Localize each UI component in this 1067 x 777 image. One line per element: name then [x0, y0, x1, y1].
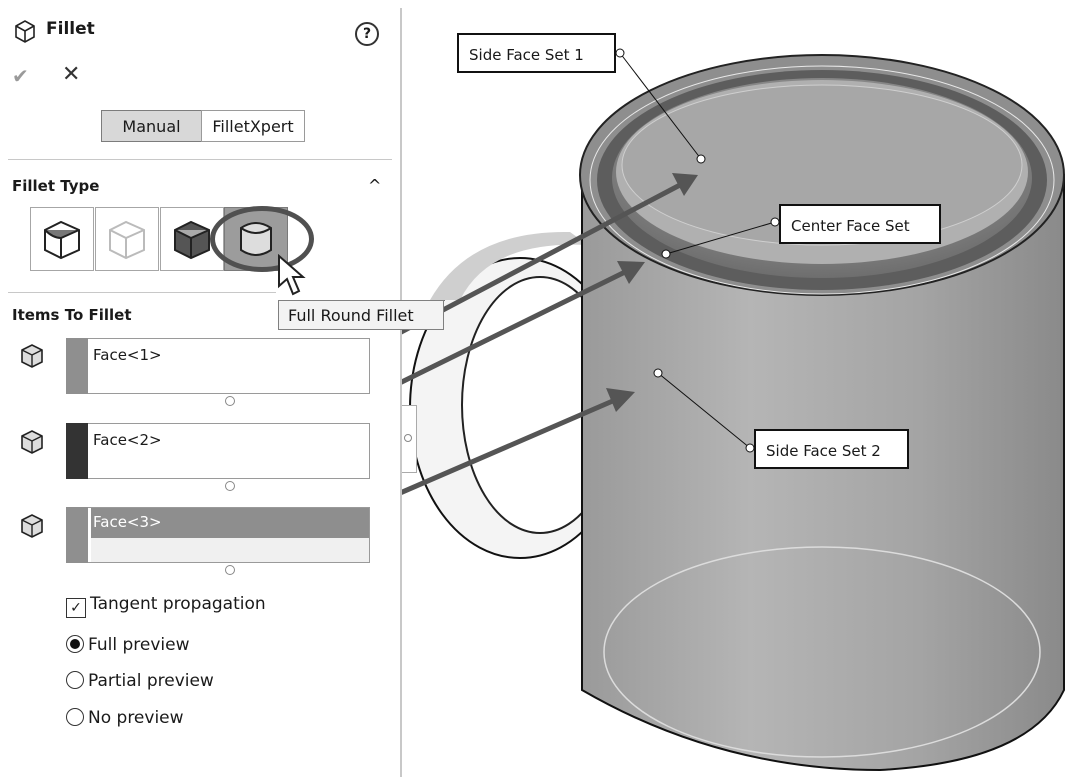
property-manager-panel: Fillet ? ✔ ✕ Manual FilletXpert Fillet T… — [0, 0, 400, 777]
items-to-fillet-heading: Items To Fillet — [12, 306, 132, 324]
constant-size-fillet-icon — [44, 220, 80, 260]
checkbox[interactable]: ✓ — [66, 598, 86, 618]
tangent-propagation-label: Tangent propagation — [90, 594, 266, 614]
divider — [8, 292, 276, 293]
mouse-pointer-icon — [278, 254, 306, 296]
tooltip: Full Round Fillet — [278, 300, 444, 330]
mug-body — [579, 54, 1065, 772]
face-list-2[interactable]: Face<2> — [66, 423, 370, 479]
face-list-3[interactable]: Face<3> — [66, 507, 370, 563]
fillet-feature-icon — [15, 20, 35, 43]
close-icon[interactable]: ✕ — [62, 62, 80, 87]
face-selection-icon — [21, 430, 43, 454]
face-color-swatch — [66, 423, 88, 479]
variable-size-fillet-button[interactable] — [95, 207, 159, 271]
callout-center-face-set: Center Face Set — [779, 204, 941, 244]
radio-button[interactable] — [66, 635, 84, 653]
fillet-type-heading: Fillet Type — [12, 177, 100, 195]
face-item-label: Face<3> — [93, 513, 162, 531]
list-empty-row — [91, 538, 369, 562]
constant-size-fillet-button[interactable] — [30, 207, 94, 271]
radio-button[interactable] — [66, 708, 84, 726]
tangent-propagation-option[interactable]: ✓ Tangent propagation — [66, 594, 266, 618]
face-item-label: Face<2> — [93, 431, 162, 449]
resize-handle[interactable] — [225, 396, 235, 406]
full-preview-label: Full preview — [88, 635, 190, 655]
face-item-label: Face<1> — [93, 346, 162, 364]
radio-button[interactable] — [66, 671, 84, 689]
no-preview-label: No preview — [88, 708, 184, 728]
chevron-up-icon[interactable]: ^ — [368, 176, 381, 195]
face-selection-icon — [21, 344, 43, 368]
splitter-handle[interactable] — [404, 434, 412, 442]
face-list-1[interactable]: Face<1> — [66, 338, 370, 394]
full-preview-option[interactable]: Full preview — [66, 635, 190, 655]
panel-divider — [400, 8, 402, 777]
partial-preview-label: Partial preview — [88, 671, 214, 691]
face-fillet-icon — [174, 220, 210, 260]
panel-title: Fillet — [46, 19, 95, 39]
no-preview-option[interactable]: No preview — [66, 708, 184, 728]
face-color-swatch — [66, 338, 88, 394]
divider — [8, 159, 392, 160]
partial-preview-option[interactable]: Partial preview — [66, 671, 214, 691]
variable-size-fillet-icon — [109, 220, 145, 260]
callout-side-face-set-1: Side Face Set 1 — [457, 33, 616, 73]
face-color-swatch — [66, 507, 88, 563]
resize-handle[interactable] — [225, 481, 235, 491]
checkmark-icon[interactable]: ✔ — [12, 64, 29, 88]
help-icon[interactable]: ? — [355, 22, 379, 46]
filletxpert-mode-button[interactable]: FilletXpert — [201, 110, 305, 142]
face-selection-icon — [21, 514, 43, 538]
manual-mode-button[interactable]: Manual — [101, 110, 202, 142]
resize-handle[interactable] — [225, 565, 235, 575]
callout-side-face-set-2: Side Face Set 2 — [754, 429, 909, 469]
